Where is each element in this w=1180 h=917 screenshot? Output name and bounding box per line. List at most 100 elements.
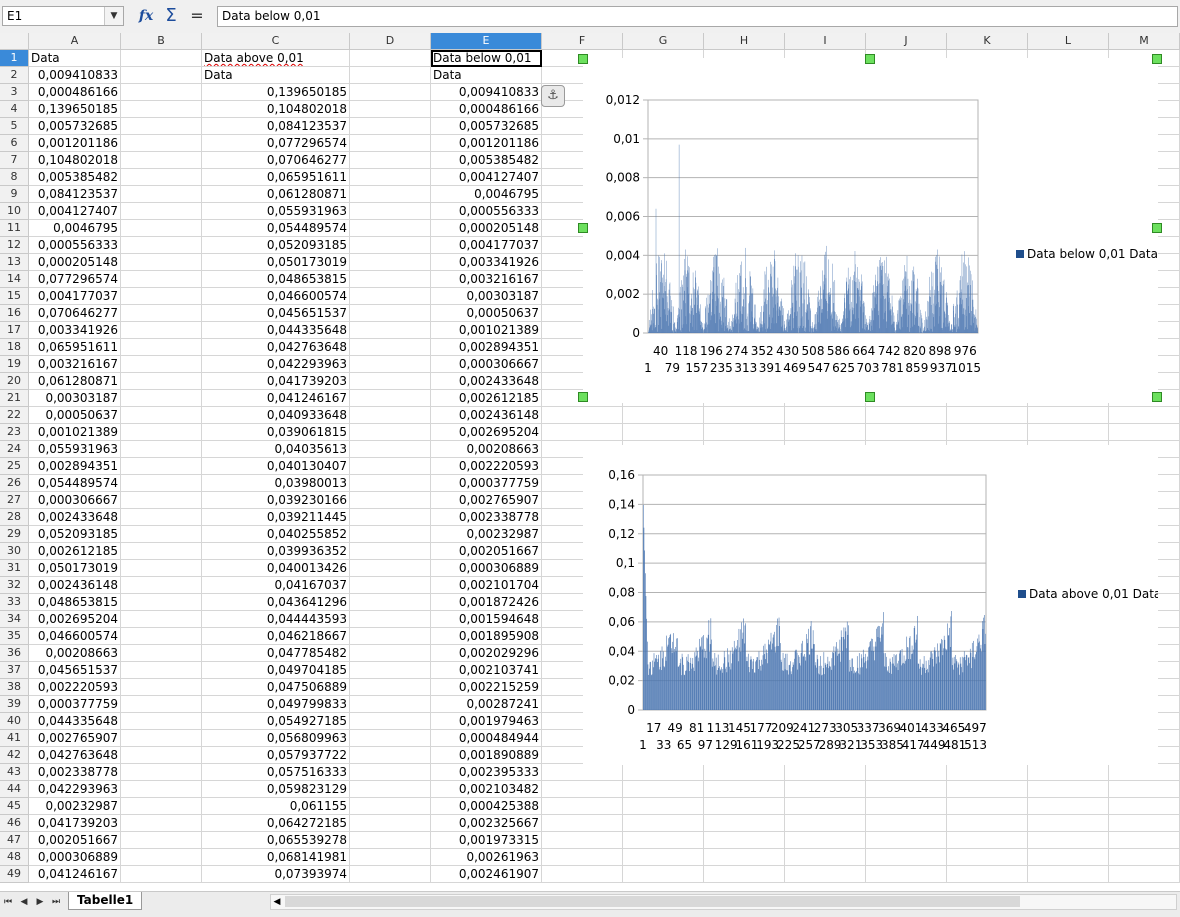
column-header-l[interactable]: L (1028, 33, 1109, 50)
column-header-m[interactable]: M (1109, 33, 1180, 50)
row-header[interactable]: 12 (0, 237, 29, 254)
grid-cell[interactable] (121, 560, 202, 577)
cell-c[interactable]: 0,064272185 (202, 815, 350, 832)
cell-e[interactable]: 0,003341926 (431, 254, 542, 271)
grid-cell[interactable] (350, 220, 431, 237)
grid-cell[interactable] (1028, 832, 1109, 849)
grid-cell[interactable] (785, 798, 866, 815)
cell-a[interactable]: 0,002051667 (29, 832, 121, 849)
cell-c[interactable]: 0,039230166 (202, 492, 350, 509)
cell-c[interactable]: 0,04035613 (202, 441, 350, 458)
grid-cell[interactable] (350, 271, 431, 288)
cell-c[interactable]: 0,055931963 (202, 203, 350, 220)
cell-a[interactable]: 0,001201186 (29, 135, 121, 152)
row-header[interactable]: 44 (0, 781, 29, 798)
cell-e[interactable]: 0,000556333 (431, 203, 542, 220)
cell-a[interactable]: 0,070646277 (29, 305, 121, 322)
grid-cell[interactable] (1109, 815, 1180, 832)
row-header[interactable]: 42 (0, 747, 29, 764)
row-header[interactable]: 6 (0, 135, 29, 152)
grid-cell[interactable] (785, 424, 866, 441)
grid-cell[interactable] (121, 543, 202, 560)
cell-e[interactable]: 0,00287241 (431, 696, 542, 713)
grid-cell[interactable] (947, 832, 1028, 849)
cell-c[interactable]: 0,042763648 (202, 339, 350, 356)
grid-cell[interactable] (542, 424, 623, 441)
cell-a[interactable]: 0,000205148 (29, 254, 121, 271)
grid-cell[interactable] (121, 645, 202, 662)
grid-cell[interactable] (121, 577, 202, 594)
grid-cell[interactable] (623, 815, 704, 832)
cell-a[interactable]: 0,065951611 (29, 339, 121, 356)
grid-cell[interactable] (1109, 849, 1180, 866)
grid-cell[interactable] (623, 764, 704, 781)
grid-cell[interactable] (121, 288, 202, 305)
cell-c[interactable]: 0,047785482 (202, 645, 350, 662)
cell-c[interactable]: 0,039061815 (202, 424, 350, 441)
grid-cell[interactable] (121, 424, 202, 441)
sigma-icon[interactable]: Σ (161, 7, 181, 27)
cell-c2[interactable]: Data (202, 67, 350, 84)
grid-cell[interactable] (785, 407, 866, 424)
grid-cell[interactable] (1109, 866, 1180, 883)
cell-e[interactable]: 0,004177037 (431, 237, 542, 254)
cell-e2[interactable]: Data (431, 67, 542, 84)
grid-cell[interactable] (866, 815, 947, 832)
row-header[interactable]: 20 (0, 373, 29, 390)
grid-cell[interactable] (704, 407, 785, 424)
grid-cell[interactable] (121, 730, 202, 747)
cell-e[interactable]: 0,000306667 (431, 356, 542, 373)
row-header[interactable]: 48 (0, 849, 29, 866)
cell-a[interactable]: 0,003216167 (29, 356, 121, 373)
row-header[interactable]: 21 (0, 390, 29, 407)
grid-cell[interactable] (542, 832, 623, 849)
row-header[interactable]: 24 (0, 441, 29, 458)
cell-c[interactable]: 0,054927185 (202, 713, 350, 730)
cell-c[interactable]: 0,041246167 (202, 390, 350, 407)
row-header[interactable]: 22 (0, 407, 29, 424)
cell-a[interactable]: 0,061280871 (29, 373, 121, 390)
grid-cell[interactable] (1109, 798, 1180, 815)
grid-cell[interactable] (350, 169, 431, 186)
grid-cell[interactable] (785, 832, 866, 849)
row-header[interactable]: 38 (0, 679, 29, 696)
cell-c[interactable]: 0,056809963 (202, 730, 350, 747)
cell-a[interactable]: 0,002436148 (29, 577, 121, 594)
cell-c[interactable]: 0,084123537 (202, 118, 350, 135)
cell-c[interactable]: 0,07393974 (202, 866, 350, 883)
cell-c[interactable]: 0,104802018 (202, 101, 350, 118)
grid-cell[interactable] (542, 849, 623, 866)
grid-cell[interactable] (542, 866, 623, 883)
cell-a[interactable]: 0,044335648 (29, 713, 121, 730)
cell-c[interactable]: 0,070646277 (202, 152, 350, 169)
row-header[interactable]: 37 (0, 662, 29, 679)
cell-c[interactable]: 0,052093185 (202, 237, 350, 254)
column-header-h[interactable]: H (704, 33, 785, 50)
cell-a[interactable]: 0,004127407 (29, 203, 121, 220)
cell-e[interactable]: 0,002338778 (431, 509, 542, 526)
cell-e[interactable]: 0,001021389 (431, 322, 542, 339)
grid-cell[interactable] (704, 849, 785, 866)
grid-cell[interactable] (947, 781, 1028, 798)
cell-e[interactable]: 0,000205148 (431, 220, 542, 237)
cell-c[interactable]: 0,065539278 (202, 832, 350, 849)
grid-cell[interactable] (121, 356, 202, 373)
grid-cell[interactable] (785, 866, 866, 883)
grid-cell[interactable] (121, 475, 202, 492)
grid-cell[interactable] (121, 747, 202, 764)
cell-e1[interactable]: Data below 0,01 (431, 50, 542, 67)
cell-c[interactable]: 0,139650185 (202, 84, 350, 101)
cell-e[interactable]: 0,001201186 (431, 135, 542, 152)
grid-cell[interactable] (350, 798, 431, 815)
grid-cell[interactable] (121, 492, 202, 509)
grid-cell[interactable] (542, 781, 623, 798)
grid-cell[interactable] (704, 764, 785, 781)
grid-cell[interactable] (350, 475, 431, 492)
grid-cell[interactable] (866, 407, 947, 424)
row-header[interactable]: 39 (0, 696, 29, 713)
column-header-i[interactable]: I (785, 33, 866, 50)
cell-e[interactable]: 0,001979463 (431, 713, 542, 730)
chart-selection-handle[interactable] (865, 54, 875, 64)
cell-c[interactable]: 0,057937722 (202, 747, 350, 764)
cell-e[interactable]: 0,001890889 (431, 747, 542, 764)
